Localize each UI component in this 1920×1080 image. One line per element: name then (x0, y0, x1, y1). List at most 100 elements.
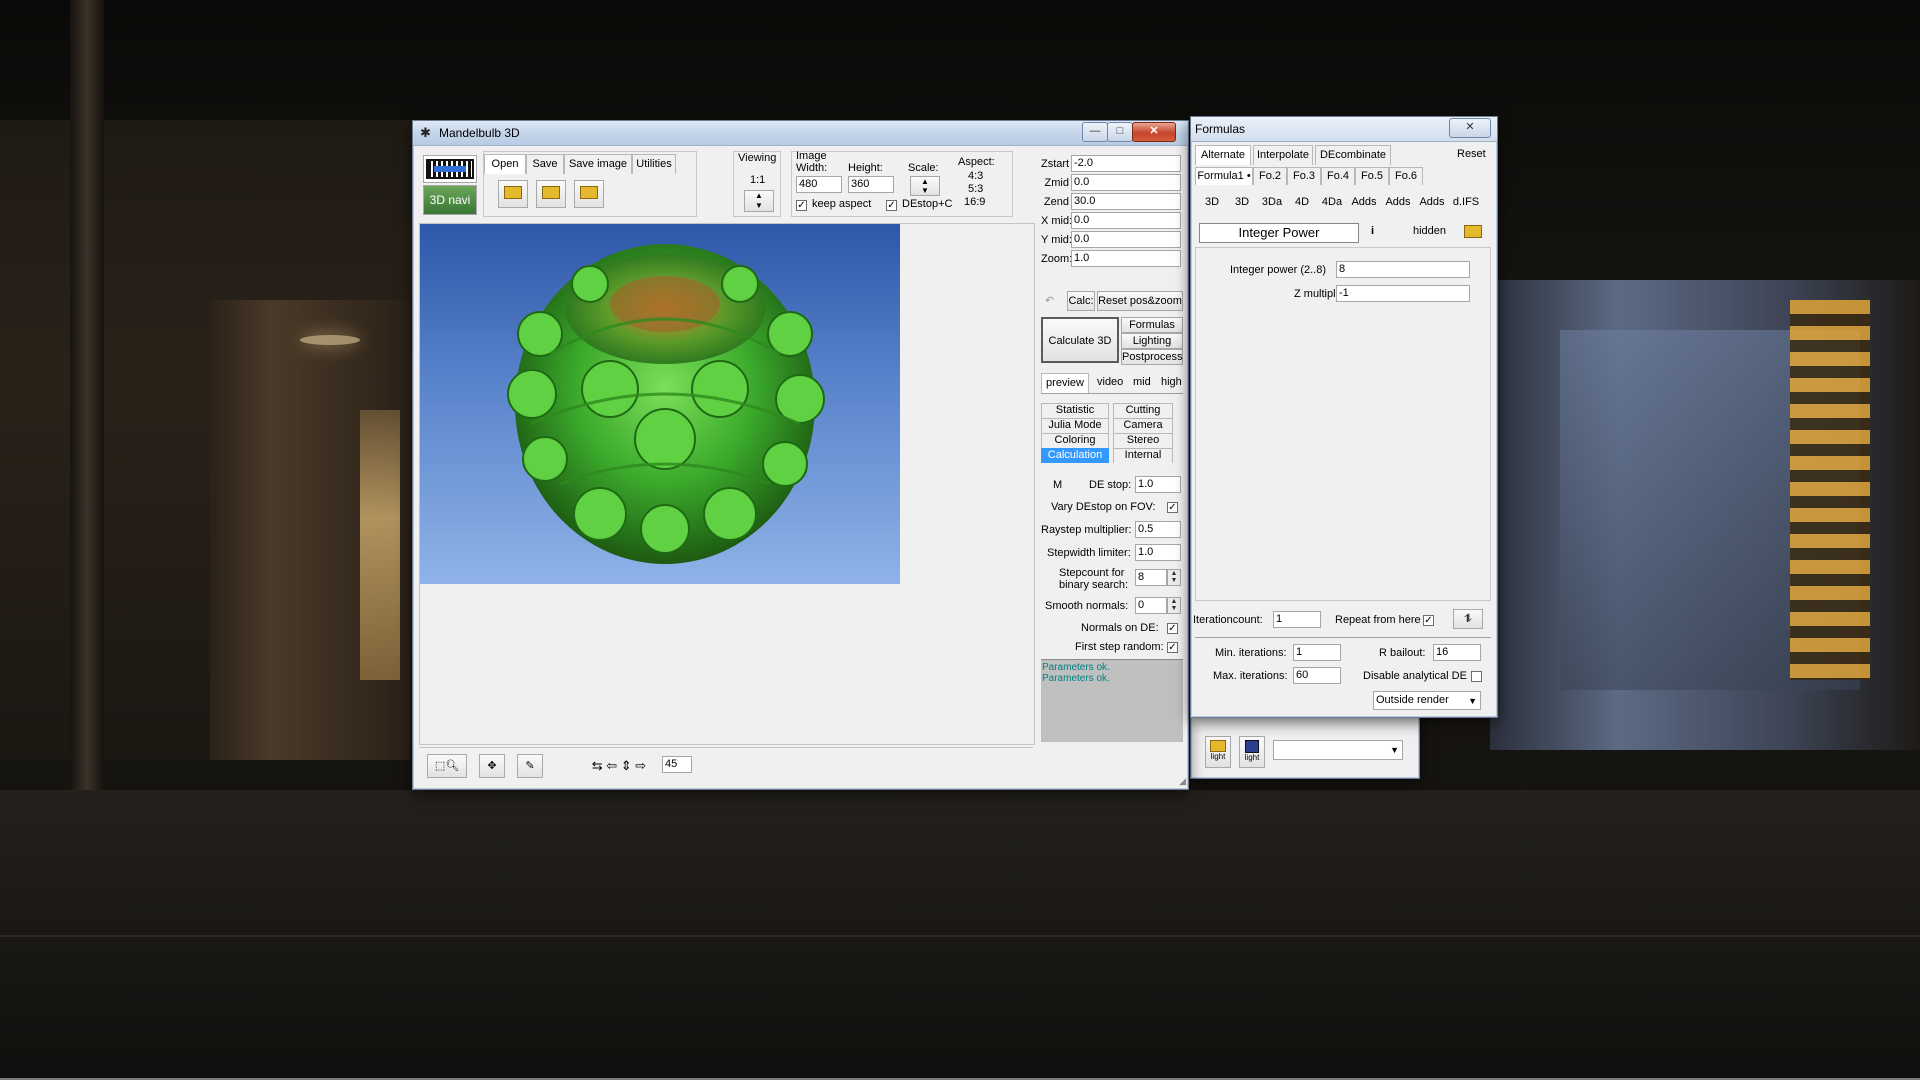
swap-formula-button[interactable]: ⥮ (1453, 609, 1483, 629)
formula-tab[interactable]: Fo.4 (1321, 167, 1355, 185)
formula-tab[interactable]: Fo.5 (1355, 167, 1389, 185)
panel-tab[interactable]: Julia Mode (1041, 418, 1109, 433)
formula-tab[interactable]: Fo.6 (1389, 167, 1423, 185)
tab-save[interactable]: Save (526, 154, 564, 174)
panel-tab[interactable]: Coloring (1041, 433, 1109, 448)
formulas-close-button[interactable]: ✕ (1449, 118, 1491, 138)
smooth-normals-spinner[interactable]: ▲ ▼ (1167, 597, 1181, 614)
postprocess-button[interactable]: Postprocess (1121, 349, 1183, 365)
integer-power-input[interactable]: 8 (1336, 261, 1470, 278)
smooth-normals-input[interactable]: 0 (1135, 597, 1167, 614)
tab-high[interactable]: high (1161, 376, 1182, 388)
3d-navi-button[interactable]: 3D navi (423, 185, 477, 215)
coord-input[interactable]: 30.0 (1071, 193, 1181, 210)
formulas-button[interactable]: Formulas (1121, 317, 1183, 333)
calc-button[interactable]: Calc: (1067, 291, 1095, 311)
formula-info-button[interactable]: i (1371, 225, 1374, 237)
minimize-button[interactable]: — (1082, 122, 1108, 142)
formula-tab[interactable]: Formula1 • (1195, 167, 1253, 185)
coord-input[interactable]: 0.0 (1071, 212, 1181, 229)
category-tab[interactable]: Adds (1381, 196, 1415, 208)
tab-save-image[interactable]: Save image (564, 154, 632, 174)
panel-tab[interactable]: Camera (1113, 418, 1173, 433)
category-tab[interactable]: 4D (1287, 196, 1317, 208)
undo-icon[interactable]: ↶ (1045, 294, 1054, 307)
load-formula-folder-icon[interactable] (1464, 225, 1482, 238)
category-tab[interactable]: 3D (1197, 196, 1227, 208)
rotate-arrows-icon[interactable]: ⇆ ⇦ ⇕ ⇨ (579, 752, 659, 780)
aspect-16-9[interactable]: 16:9 (964, 196, 985, 208)
viewing-spinner[interactable]: ▲ ▼ (744, 190, 774, 212)
outside-render-select[interactable]: Outside render ▼ (1373, 691, 1481, 710)
resize-grip-icon[interactable]: ◢ (1179, 776, 1186, 787)
coord-input[interactable]: 0.0 (1071, 174, 1181, 191)
iterationcount-input[interactable]: 1 (1273, 611, 1321, 628)
category-tab[interactable]: 3D (1227, 196, 1257, 208)
destop-c-checkbox[interactable]: ✓ (886, 200, 897, 211)
min-iterations-input[interactable]: 1 (1293, 644, 1341, 661)
height-input[interactable]: 360 (848, 176, 894, 193)
scale-spinner[interactable]: ▲ ▼ (910, 176, 940, 196)
category-tab[interactable]: Adds (1415, 196, 1449, 208)
category-tab[interactable]: d.IFS (1449, 196, 1483, 208)
coord-input[interactable]: 1.0 (1071, 250, 1181, 267)
max-iterations-input[interactable]: 60 (1293, 667, 1341, 684)
destop-input[interactable]: 1.0 (1135, 476, 1181, 493)
width-input[interactable]: 480 (796, 176, 842, 193)
first-step-random-checkbox[interactable]: ✓ (1167, 642, 1178, 653)
raystep-input[interactable]: 0.5 (1135, 521, 1181, 538)
stepcount-spinner[interactable]: ▲ ▼ (1167, 569, 1181, 586)
open-parameter-button[interactable] (498, 180, 528, 208)
move-button[interactable]: ✥ (479, 754, 505, 778)
aspect-4-3[interactable]: 4:3 (968, 170, 983, 182)
keep-aspect-checkbox[interactable]: ✓ (796, 200, 807, 211)
render-image[interactable] (420, 224, 900, 584)
formula-tab[interactable]: Fo.2 (1253, 167, 1287, 185)
formula-tab[interactable]: Fo.3 (1287, 167, 1321, 185)
formula-name-field[interactable]: Integer Power (1199, 223, 1359, 243)
focus-button[interactable]: ✎ (517, 754, 543, 778)
title-bar[interactable]: ✱ Mandelbulb 3D — □ ✕ (413, 121, 1188, 146)
calculate-3d-button[interactable]: Calculate 3D (1041, 317, 1119, 363)
coord-input[interactable]: -2.0 (1071, 155, 1181, 172)
tab-decombinate[interactable]: DEcombinate (1315, 145, 1391, 165)
open-text-button[interactable] (574, 180, 604, 208)
stepcount-input[interactable]: 8 (1135, 569, 1167, 586)
vary-destop-checkbox[interactable]: ✓ (1167, 502, 1178, 513)
z-multiplier-input[interactable]: -1 (1336, 285, 1470, 302)
formulas-title-bar[interactable]: Formulas ✕ (1191, 117, 1497, 142)
disable-analytical-de-checkbox[interactable] (1471, 671, 1482, 682)
render-canvas-area[interactable] (419, 223, 1035, 745)
panel-tab[interactable]: Statistic (1041, 403, 1109, 418)
close-button[interactable]: ✕ (1132, 122, 1176, 142)
rotation-angle-input[interactable]: 45 (662, 756, 692, 773)
hidden-label[interactable]: hidden (1413, 225, 1446, 237)
tab-alternate[interactable]: Alternate (1195, 145, 1251, 165)
lighting-button[interactable]: Lighting (1121, 333, 1183, 349)
panel-tab[interactable]: Internal (1113, 448, 1173, 463)
maximize-button[interactable]: □ (1107, 122, 1133, 142)
open-image-button[interactable] (536, 180, 566, 208)
load-light-button[interactable]: light (1205, 736, 1231, 768)
category-tab[interactable]: 4Da (1317, 196, 1347, 208)
tab-preview[interactable]: preview (1041, 373, 1089, 393)
r-bailout-input[interactable]: 16 (1433, 644, 1481, 661)
aspect-5-3[interactable]: 5:3 (968, 183, 983, 195)
tab-video[interactable]: video (1097, 376, 1123, 388)
panel-tab[interactable]: Cutting (1113, 403, 1173, 418)
formulas-reset-button[interactable]: Reset (1457, 148, 1486, 160)
coord-input[interactable]: 0.0 (1071, 231, 1181, 248)
panel-tab[interactable]: Calculation (1041, 448, 1109, 463)
tab-utilities[interactable]: Utilities (632, 154, 676, 174)
stepwidth-input[interactable]: 1.0 (1135, 544, 1181, 561)
save-light-button[interactable]: light (1239, 736, 1265, 768)
panel-tab[interactable]: Stereo (1113, 433, 1173, 448)
tab-open[interactable]: Open (484, 154, 526, 174)
category-tab[interactable]: Adds (1347, 196, 1381, 208)
tab-mid[interactable]: mid (1133, 376, 1151, 388)
light-preset-select[interactable]: ▼ (1273, 740, 1403, 760)
zoom-select-button[interactable]: ⬚🔍︎ (427, 754, 467, 778)
reset-poszoom-button[interactable]: Reset pos&zoom (1097, 291, 1183, 311)
tab-interpolate[interactable]: Interpolate (1253, 145, 1313, 165)
repeat-from-here-checkbox[interactable]: ✓ (1423, 615, 1434, 626)
